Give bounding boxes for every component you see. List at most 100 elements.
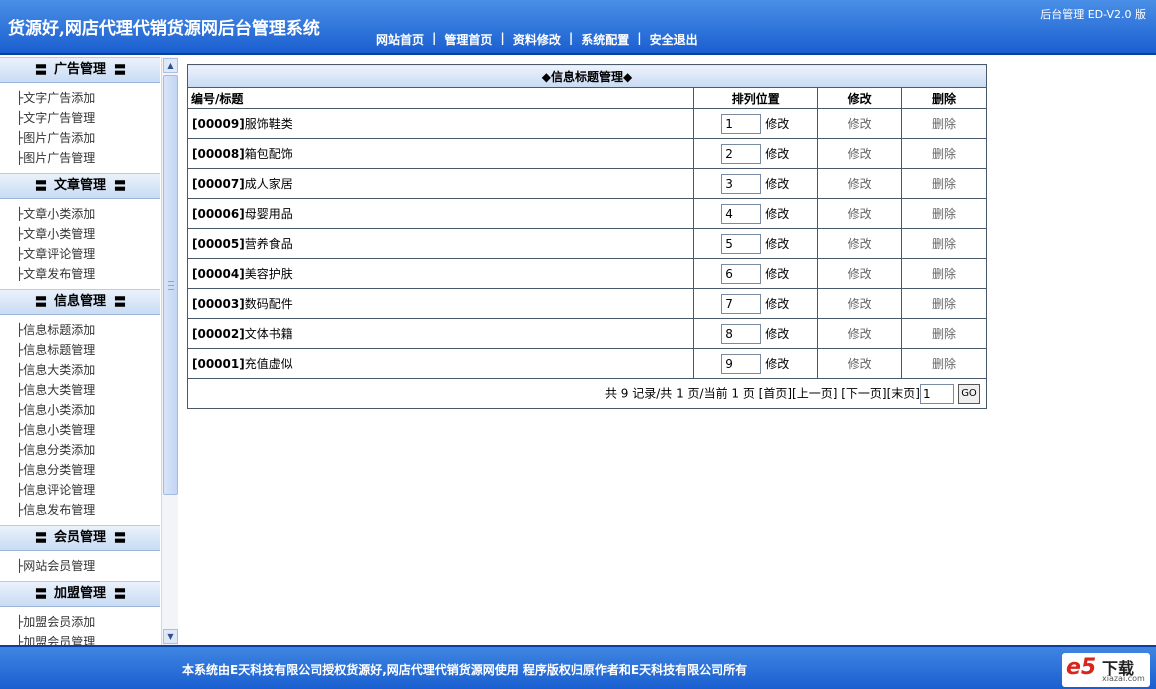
item-name: 箱包配饰 [244, 147, 293, 161]
scroll-up-icon[interactable]: ▲ [163, 58, 178, 73]
sidebar-item-label: 加盟会员管理 [23, 635, 96, 645]
edit-link[interactable]: 修改 [848, 177, 872, 191]
delete-cell: 删除 [901, 288, 987, 319]
sidebar-item[interactable]: ├信息大类管理 [16, 380, 160, 400]
order-edit-link[interactable]: 修改 [765, 267, 789, 281]
order-edit-link[interactable]: 修改 [765, 147, 789, 161]
edit-link[interactable]: 修改 [848, 237, 872, 251]
order-input[interactable] [721, 203, 762, 224]
delete-link[interactable]: 删除 [932, 357, 956, 371]
sidebar-item[interactable]: ├图片广告管理 [16, 148, 160, 168]
delete-cell: 删除 [901, 318, 987, 349]
delete-link[interactable]: 删除 [932, 327, 956, 341]
delete-cell: 删除 [901, 198, 987, 229]
edit-link[interactable]: 修改 [848, 327, 872, 341]
order-input[interactable] [721, 293, 762, 314]
pager-prev-link[interactable]: [上一页] [792, 386, 837, 400]
logo-domain: xiazai.com [1102, 674, 1145, 683]
sidebar-item[interactable]: ├加盟会员添加 [16, 612, 160, 632]
order-input[interactable] [721, 233, 762, 254]
nav-system-config[interactable]: 系统配置 [575, 31, 635, 48]
nav-logout[interactable]: 安全退出 [644, 31, 704, 48]
order-cell: 修改 [693, 198, 819, 229]
item-code: [00003] [192, 297, 245, 311]
sidebar-item[interactable]: ├信息标题添加 [16, 320, 160, 340]
nav-separator: | [432, 31, 437, 45]
order-input[interactable] [721, 173, 762, 194]
sidebar-item[interactable]: ├图片广告添加 [16, 128, 160, 148]
delete-link[interactable]: 删除 [932, 237, 956, 251]
pager-next-link[interactable]: [下一页] [841, 386, 886, 400]
order-edit-link[interactable]: 修改 [765, 207, 789, 221]
sidebar-item[interactable]: ├加盟会员管理 [16, 632, 160, 645]
nav-profile-edit[interactable]: 资料修改 [507, 31, 567, 48]
sidebar-item[interactable]: ├文章小类添加 [16, 204, 160, 224]
sidebar-item[interactable]: ├信息评论管理 [16, 480, 160, 500]
order-edit-link[interactable]: 修改 [765, 177, 789, 191]
delete-link[interactable]: 删除 [932, 177, 956, 191]
order-input[interactable] [721, 113, 762, 134]
item-code: [00006] [192, 207, 245, 221]
sidebar-item[interactable]: ├网站会员管理 [16, 556, 160, 576]
scroll-down-icon[interactable]: ▼ [163, 629, 178, 644]
edit-link[interactable]: 修改 [848, 267, 872, 281]
sidebar-group-header[interactable]: 〓会员管理〓 [0, 525, 160, 551]
order-edit-link[interactable]: 修改 [765, 297, 789, 311]
delete-cell: 删除 [901, 138, 987, 169]
delete-cell: 删除 [901, 168, 987, 199]
sidebar-scrollbar[interactable]: ▲ ▼ [161, 57, 178, 645]
sidebar-item[interactable]: ├信息小类添加 [16, 400, 160, 420]
menu-bars-icon: 〓 [34, 587, 47, 601]
pager-first-link[interactable]: [首页] [759, 386, 792, 400]
sidebar-item[interactable]: ├文章评论管理 [16, 244, 160, 264]
nav-admin-home[interactable]: 管理首页 [438, 31, 498, 48]
nav-home[interactable]: 网站首页 [370, 31, 430, 48]
item-name: 成人家居 [244, 177, 293, 191]
sidebar-group-header[interactable]: 〓广告管理〓 [0, 57, 160, 83]
item-code: [00004] [192, 267, 245, 281]
order-edit-link[interactable]: 修改 [765, 327, 789, 341]
sidebar-item[interactable]: ├文字广告管理 [16, 108, 160, 128]
sidebar-item[interactable]: ├文章小类管理 [16, 224, 160, 244]
order-input[interactable] [721, 143, 762, 164]
sidebar-group-header[interactable]: 〓信息管理〓 [0, 289, 160, 315]
order-cell: 修改 [693, 348, 819, 379]
sidebar-item-label: 信息发布管理 [23, 503, 96, 517]
sidebar-item[interactable]: ├文章发布管理 [16, 264, 160, 284]
delete-link[interactable]: 删除 [932, 117, 956, 131]
delete-link[interactable]: 删除 [932, 297, 956, 311]
order-edit-link[interactable]: 修改 [765, 237, 789, 251]
edit-link[interactable]: 修改 [848, 117, 872, 131]
order-edit-link[interactable]: 修改 [765, 117, 789, 131]
title-cell: [00001]充值虚似 [186, 348, 695, 379]
sidebar-item[interactable]: ├信息标题管理 [16, 340, 160, 360]
go-button[interactable]: GO [958, 383, 980, 404]
order-input[interactable] [721, 323, 762, 344]
order-input[interactable] [721, 263, 762, 284]
scroll-thumb[interactable] [163, 75, 178, 495]
delete-link[interactable]: 删除 [932, 147, 956, 161]
sidebar-item-label: 文章小类管理 [23, 227, 96, 241]
item-code: [00002] [192, 327, 245, 341]
delete-link[interactable]: 删除 [932, 207, 956, 221]
order-edit-link[interactable]: 修改 [765, 357, 789, 371]
pager-last-link[interactable]: [末页] [887, 386, 920, 400]
edit-link[interactable]: 修改 [848, 357, 872, 371]
sidebar-item[interactable]: ├信息小类管理 [16, 420, 160, 440]
item-code: [00008] [192, 147, 245, 161]
sidebar-group-header[interactable]: 〓文章管理〓 [0, 173, 160, 199]
sidebar-item[interactable]: ├信息分类添加 [16, 440, 160, 460]
sidebar-group-header[interactable]: 〓加盟管理〓 [0, 581, 160, 607]
sidebar-item[interactable]: ├信息分类管理 [16, 460, 160, 480]
order-input[interactable] [721, 353, 762, 374]
edit-link[interactable]: 修改 [848, 207, 872, 221]
sidebar-item[interactable]: ├信息发布管理 [16, 500, 160, 520]
edit-link[interactable]: 修改 [848, 297, 872, 311]
delete-link[interactable]: 删除 [932, 267, 956, 281]
edit-link[interactable]: 修改 [848, 147, 872, 161]
column-header-order: 排列位置 [693, 87, 819, 109]
sidebar-item[interactable]: ├文字广告添加 [16, 88, 160, 108]
sidebar-item[interactable]: ├信息大类添加 [16, 360, 160, 380]
page-number-input[interactable] [920, 383, 954, 404]
title-cell: [00009]服饰鞋类 [186, 108, 695, 139]
